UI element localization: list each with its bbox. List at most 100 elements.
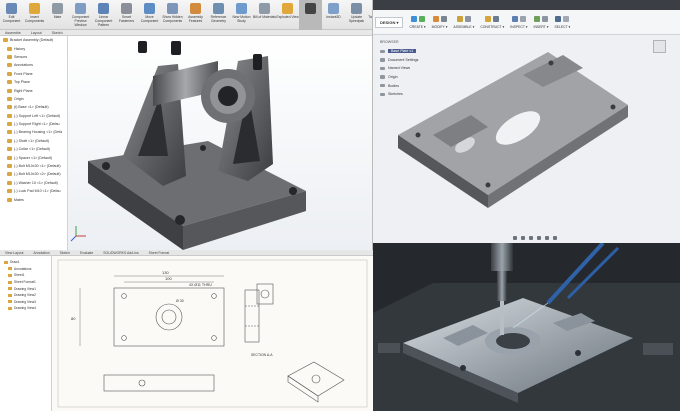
tree-item[interactable]: Right Plane: [0, 86, 67, 94]
toolbar-group-label: INSPECT ▾: [510, 24, 528, 29]
tab-assemble[interactable]: Assemble: [0, 30, 26, 35]
dim-inner: 100: [165, 276, 172, 281]
mate-icon: [52, 3, 63, 14]
tree-item-label: (-) Shaft <1> (Default): [14, 138, 49, 143]
fit-icon[interactable]: [537, 236, 541, 240]
tree-item[interactable]: Drawing View2: [0, 292, 51, 299]
tree-item-label: Drawing View4: [14, 306, 36, 311]
tree-item[interactable]: Sheet1: [0, 272, 51, 279]
tree-item[interactable]: Front Plane: [0, 70, 67, 78]
tree-item-label: Right Plane: [14, 88, 33, 93]
tree-item-label: (-) Bolt M10x30 <2> (Default): [14, 172, 61, 177]
linear-component-pattern-button[interactable]: Linear Component Pattern: [92, 0, 115, 30]
blank-button[interactable]: [299, 0, 322, 30]
part-icon: [7, 54, 12, 59]
tree-item[interactable]: History: [0, 44, 67, 52]
tree-item-label: Bracket Assembly (Default): [10, 38, 54, 43]
tree-item[interactable]: Top Plane: [0, 78, 67, 86]
tab-sketch[interactable]: Sketch: [47, 30, 68, 35]
command-label: Reference Geometry: [210, 15, 227, 23]
new-motion-study-button[interactable]: New Motion Study: [230, 0, 253, 30]
tab-evaluate[interactable]: Evaluate: [75, 250, 98, 255]
workspace-dropdown[interactable]: DESIGN ▾: [375, 16, 404, 28]
blank-icon: [305, 3, 316, 14]
command-label: Move Component: [140, 15, 159, 23]
toolbar-group-inspect[interactable]: INSPECT ▾: [510, 15, 528, 29]
grid-icon[interactable]: [553, 236, 557, 240]
dim-height: 80: [71, 316, 76, 321]
tree-item[interactable]: Drawing View4: [0, 305, 51, 312]
tree-item[interactable]: (-) Shaft <1> (Default): [0, 137, 67, 145]
display-settings-icon[interactable]: [545, 236, 549, 240]
tree-item[interactable]: (-) Bearing Housing <1> (Defa: [0, 128, 67, 136]
exploded-view-button[interactable]: Exploded View: [276, 0, 299, 30]
part-icon: [8, 280, 12, 284]
tree-item[interactable]: (-) Collar <1> (Default): [0, 145, 67, 153]
tree-item[interactable]: Mates: [0, 195, 67, 203]
tree-item[interactable]: Draw1: [0, 259, 51, 266]
toolbar-group-insert[interactable]: INSERT ▾: [534, 15, 548, 29]
tab-layout[interactable]: Layout: [26, 30, 47, 35]
tree-item[interactable]: (-) Washer 10 <1> (Default): [0, 179, 67, 187]
assembly-features-button[interactable]: Assembly Features: [184, 0, 207, 30]
component-preview-window-button[interactable]: Component Preview Window: [69, 0, 92, 30]
graphics-viewport[interactable]: [68, 36, 372, 250]
tree-item[interactable]: (-) Spacer <1> (Default): [0, 153, 67, 161]
tree-item[interactable]: (f) Base <1> (Default): [0, 103, 67, 111]
zoom-icon[interactable]: [529, 236, 533, 240]
smart-fasteners-button[interactable]: Smart Fasteners: [115, 0, 138, 30]
tree-item[interactable]: Drawing View1: [0, 285, 51, 292]
tab-view-layout[interactable]: View Layout: [0, 250, 28, 255]
tree-item[interactable]: (-) Bolt M10x30 <2> (Default): [0, 170, 67, 178]
tree-item[interactable]: Sheet Format1: [0, 279, 51, 286]
pan-icon[interactable]: [521, 236, 525, 240]
bill-of-materials-button[interactable]: Bill of Materials: [253, 0, 276, 30]
part-icon: [7, 105, 12, 110]
show-hidden-components-button[interactable]: Show Hidden Components: [161, 0, 184, 30]
move-component-button[interactable]: Move Component: [138, 0, 161, 30]
part-icon: [7, 46, 12, 51]
tree-item[interactable]: (-) Lock Pad M10 <1> (Defau: [0, 187, 67, 195]
toolbar-group-assemble[interactable]: ASSEMBLE ▾: [453, 15, 475, 29]
orbit-icon[interactable]: [513, 236, 517, 240]
linear-component-pattern-icon: [98, 3, 109, 14]
toolbar-group-label: ASSEMBLE ▾: [453, 24, 475, 29]
tree-item[interactable]: (-) Support Left <1> (Default): [0, 112, 67, 120]
toolbar-group-construct[interactable]: CONSTRUCT ▾: [480, 15, 504, 29]
fusion-title-bar: [373, 0, 680, 10]
tree-item[interactable]: (-) Support Right <1> (Defau: [0, 120, 67, 128]
tree-item[interactable]: Sensors: [0, 53, 67, 61]
part-icon: [4, 260, 8, 264]
insert-components-button[interactable]: Insert Components: [23, 0, 46, 30]
tree-item[interactable]: Annotations: [0, 266, 51, 273]
tab-sketch[interactable]: Sketch: [55, 250, 75, 255]
tree-item[interactable]: Drawing View3: [0, 299, 51, 306]
cnc-milling-scene: [373, 243, 680, 411]
part-icon: [7, 197, 12, 202]
toolbar-group-create[interactable]: CREATE ▾: [409, 15, 426, 29]
part-icon: [7, 122, 12, 127]
mate-button[interactable]: Mate: [46, 0, 69, 30]
tree-item[interactable]: Origin: [0, 95, 67, 103]
edit-component-button[interactable]: Edit Component: [0, 0, 23, 30]
tree-item-label: (-) Collar <1> (Default): [14, 147, 50, 152]
tab-sheet-format[interactable]: Sheet Format: [144, 250, 175, 255]
drawing-sheet[interactable]: 130 100 4X Ø11 THRU Ø 30 80 SECTION A-A: [52, 256, 373, 411]
command-label: Update Speedpak: [348, 15, 365, 23]
tab-annotation[interactable]: Annotation: [28, 250, 54, 255]
tree-item[interactable]: (-) Bolt M10x30 <1> (Default): [0, 162, 67, 170]
reference-geometry-button[interactable]: Reference Geometry: [207, 0, 230, 30]
tree-item[interactable]: Annotations: [0, 61, 67, 69]
tree-item[interactable]: Bracket Assembly (Default): [0, 36, 67, 44]
toolbar-group-select[interactable]: SELECT ▾: [554, 15, 570, 29]
tree-item-label: Top Plane: [14, 80, 30, 85]
tree-item-label: (-) Spacer <1> (Default): [14, 155, 52, 160]
toolbar-group-modify[interactable]: MODIFY ▾: [432, 15, 447, 29]
tree-item-label: Mates: [14, 197, 24, 202]
update-speedpak-icon: [351, 3, 362, 14]
part-icon: [7, 147, 12, 152]
tab-add-ins[interactable]: SOLIDWORKS Add-Ins: [98, 250, 143, 255]
update-speedpak-button[interactable]: Update Speedpak: [345, 0, 368, 30]
instant3d-button[interactable]: Instant3D: [322, 0, 345, 30]
toolbar-group-label: CREATE ▾: [409, 24, 426, 29]
